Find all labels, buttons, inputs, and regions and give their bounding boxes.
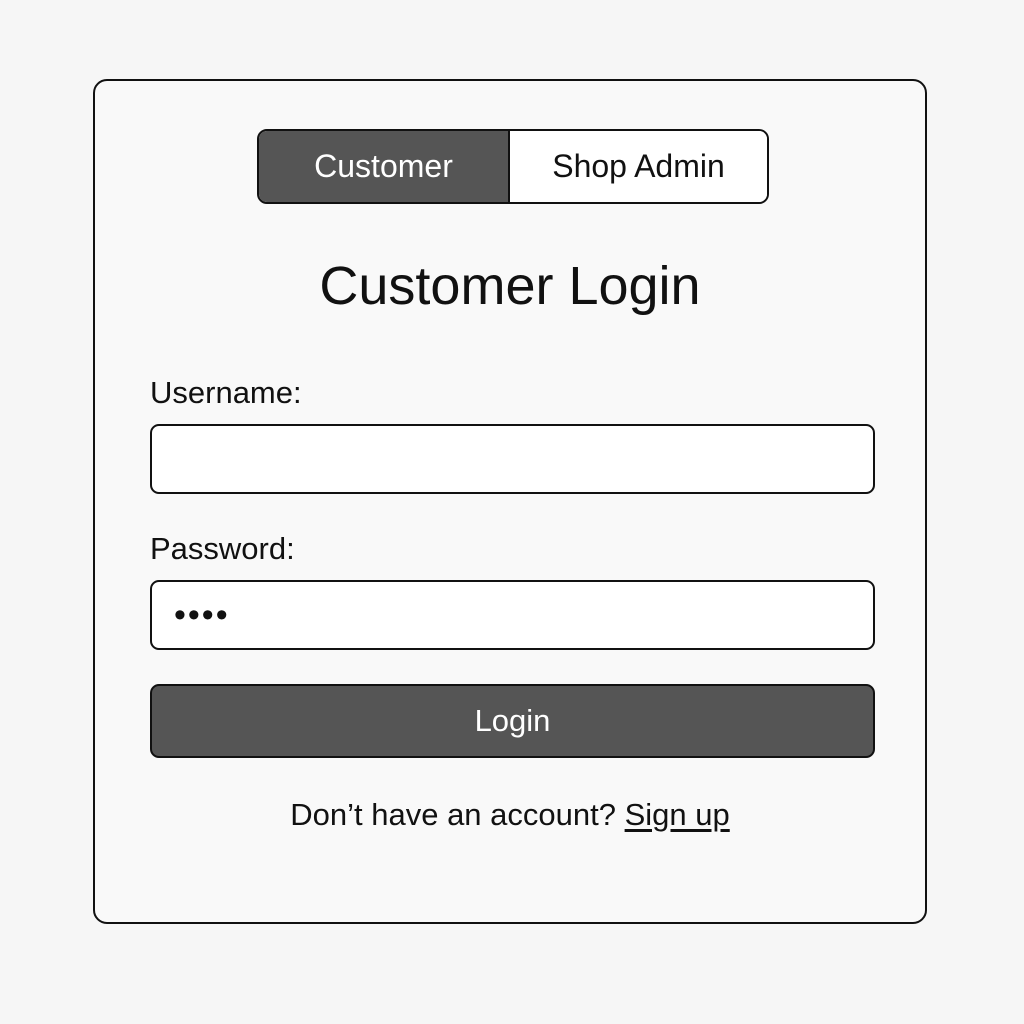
username-input[interactable] <box>150 424 875 494</box>
signup-row: Don’t have an account? Sign up <box>95 793 925 837</box>
password-input[interactable] <box>150 580 875 650</box>
password-label: Password: <box>150 531 295 566</box>
page-title: Customer Login <box>319 256 701 316</box>
username-label: Username: <box>150 375 302 410</box>
login-card: Customer Shop Admin Customer Login Usern… <box>93 79 927 924</box>
login-button[interactable]: Login <box>150 684 875 758</box>
tab-shop-admin[interactable]: Shop Admin <box>510 131 767 202</box>
role-toggle: Customer Shop Admin <box>257 129 769 204</box>
signup-prompt: Don’t have an account? <box>290 797 616 832</box>
signup-link[interactable]: Sign up <box>625 797 730 832</box>
tab-customer[interactable]: Customer <box>259 131 510 202</box>
